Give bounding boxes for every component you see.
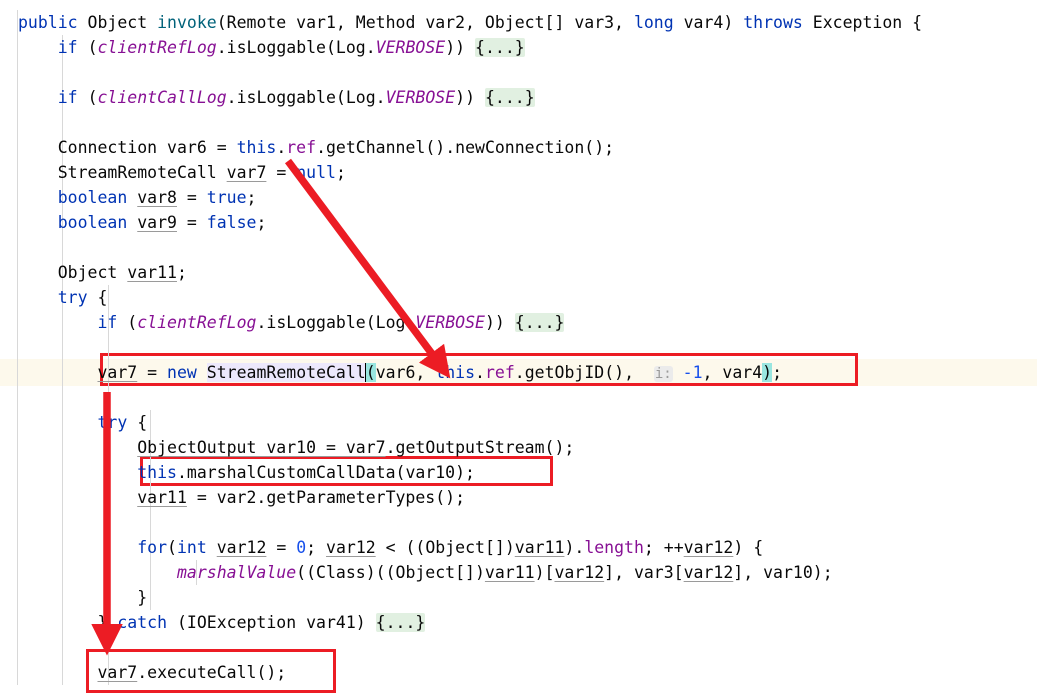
code-line-try-outer[interactable]: try { (0, 285, 1037, 310)
code-line-for-close[interactable]: } (0, 585, 1037, 610)
code-line-objectoutput-var10[interactable]: ObjectOutput var10 = var7.getOutputStrea… (0, 435, 1037, 460)
matching-paren-open: ( (365, 363, 376, 382)
code-line-object-var11[interactable]: Object var11; (0, 260, 1037, 285)
source-code[interactable]: public Object invoke(Remote var1, Method… (0, 0, 1037, 685)
code-line-for-loop[interactable]: for(int var12 = 0; var12 < ((Object[])va… (0, 535, 1037, 560)
code-line-catch-ioexception[interactable]: } catch (IOException var41) {...} (0, 610, 1037, 635)
code-line-marshalcustomcalldata[interactable]: this.marshalCustomCallData(var10); (0, 460, 1037, 485)
code-line-blank-6 (0, 510, 1037, 535)
code-line-try-inner[interactable]: try { (0, 410, 1037, 435)
code-line-blank-3 (0, 235, 1037, 260)
code-line-blank-7 (0, 635, 1037, 660)
code-line-marshalvalue[interactable]: marshalValue((Class)((Object[])var11)[va… (0, 560, 1037, 585)
code-line-blank-4 (0, 335, 1037, 360)
parameter-hint[interactable]: i: (653, 366, 673, 382)
folded-block-badge[interactable]: {...} (484, 88, 535, 107)
code-line-blank-5 (0, 385, 1037, 410)
selected-identifier[interactable]: StreamRemoteCall (206, 363, 366, 382)
code-line-boolean-var8[interactable]: boolean var8 = true; (0, 185, 1037, 210)
code-line-if-clientreflog-2[interactable]: if (clientRefLog.isLoggable(Log.VERBOSE)… (0, 310, 1037, 335)
code-line-streamremotecall-var7[interactable]: StreamRemoteCall var7 = null; (0, 160, 1037, 185)
code-line-var11-getparametertypes[interactable]: var11 = var2.getParameterTypes(); (0, 485, 1037, 510)
code-line-if-clientreflog[interactable]: if (clientRefLog.isLoggable(Log.VERBOSE)… (0, 35, 1037, 60)
code-editor[interactable]: public Object invoke(Remote var1, Method… (0, 0, 1037, 695)
code-line-blank-1 (0, 60, 1037, 85)
matching-paren-close: ) (762, 363, 773, 382)
code-line-connection-var6[interactable]: Connection var6 = this.ref.getChannel().… (0, 135, 1037, 160)
folded-block-badge[interactable]: {...} (475, 38, 525, 57)
code-line-new-streamremotecall[interactable]: var7 = new StreamRemoteCall(var6, this.r… (0, 360, 1037, 385)
code-line-blank-2 (0, 110, 1037, 135)
code-line-signature[interactable]: public Object invoke(Remote var1, Method… (0, 10, 1037, 35)
code-line-if-clientcalllog[interactable]: if (clientCallLog.isLoggable(Log.VERBOSE… (0, 85, 1037, 110)
folded-block-badge[interactable]: {...} (514, 313, 565, 332)
code-line-boolean-var9[interactable]: boolean var9 = false; (0, 210, 1037, 235)
code-line-executecall[interactable]: var7.executeCall(); (0, 660, 1037, 685)
folded-block-badge[interactable]: {...} (375, 613, 426, 632)
